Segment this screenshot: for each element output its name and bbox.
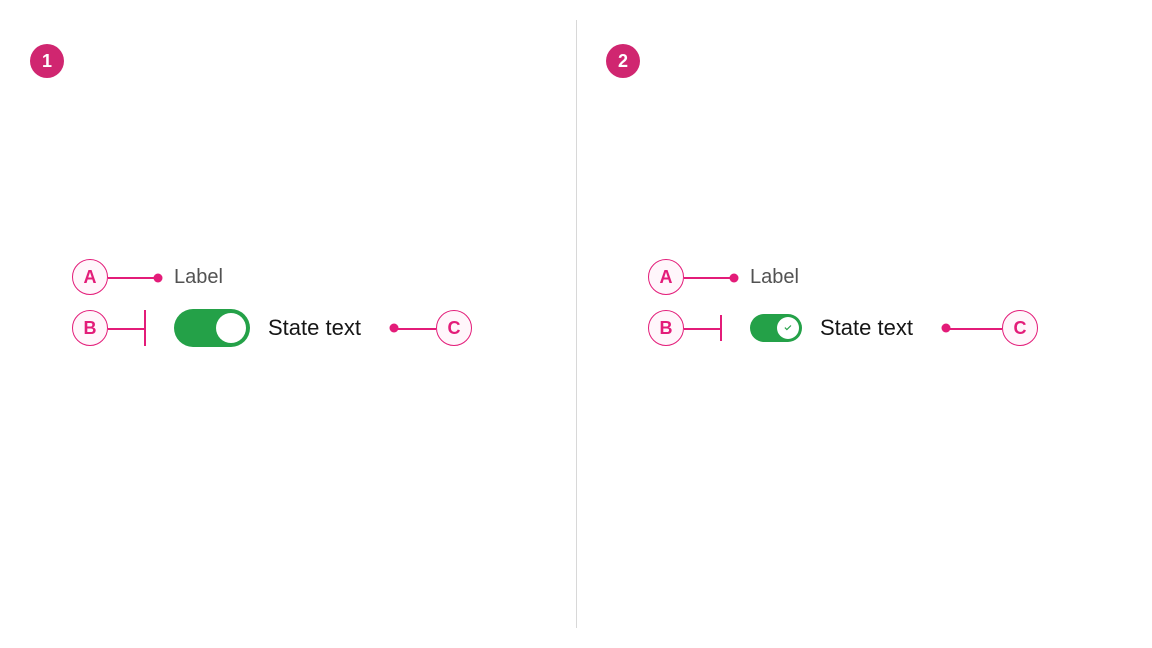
panel-number-badge: 2 (606, 44, 640, 78)
annotation-endpoint-dot (730, 273, 739, 282)
annotation-measure-bar-b (720, 315, 722, 341)
annotation-measure-bar-b (144, 310, 146, 346)
annotation-letter: B (84, 318, 97, 339)
diagram-page: 1 A B Label State text C (0, 0, 1152, 648)
annotation-letter: A (660, 267, 673, 288)
annotation-marker-c: C (1002, 310, 1038, 346)
toggle-label: Label (750, 266, 799, 289)
panel-number-text: 1 (42, 51, 52, 72)
toggle-knob (216, 313, 246, 343)
annotation-connector-c (394, 328, 436, 330)
annotation-letter: C (1014, 318, 1027, 339)
toggle-label: Label (174, 266, 223, 289)
annotation-marker-c: C (436, 310, 472, 346)
annotation-letter: B (660, 318, 673, 339)
annotation-marker-a: A (72, 259, 108, 295)
toggle-switch-large[interactable] (174, 309, 250, 347)
annotation-marker-b: B (72, 310, 108, 346)
annotation-letter: C (448, 318, 461, 339)
panel-number-badge: 1 (30, 44, 64, 78)
annotation-connector-b (108, 328, 144, 330)
annotation-connector-c (946, 328, 1002, 330)
annotation-endpoint-dot (154, 273, 163, 282)
panel-left: 1 A B Label State text C (0, 0, 576, 648)
annotation-connector-b (684, 328, 720, 330)
toggle-state-text: State text (268, 315, 361, 341)
annotation-connector-a (108, 277, 154, 279)
toggle-switch-small[interactable] (750, 314, 802, 342)
annotation-marker-b: B (648, 310, 684, 346)
panel-number-text: 2 (618, 51, 628, 72)
annotation-marker-a: A (648, 259, 684, 295)
check-icon (782, 322, 794, 334)
toggle-knob (777, 317, 799, 339)
annotation-connector-a (684, 277, 730, 279)
toggle-state-text: State text (820, 315, 913, 341)
annotation-letter: A (84, 267, 97, 288)
panel-right: 2 A B Label State text C (576, 0, 1152, 648)
